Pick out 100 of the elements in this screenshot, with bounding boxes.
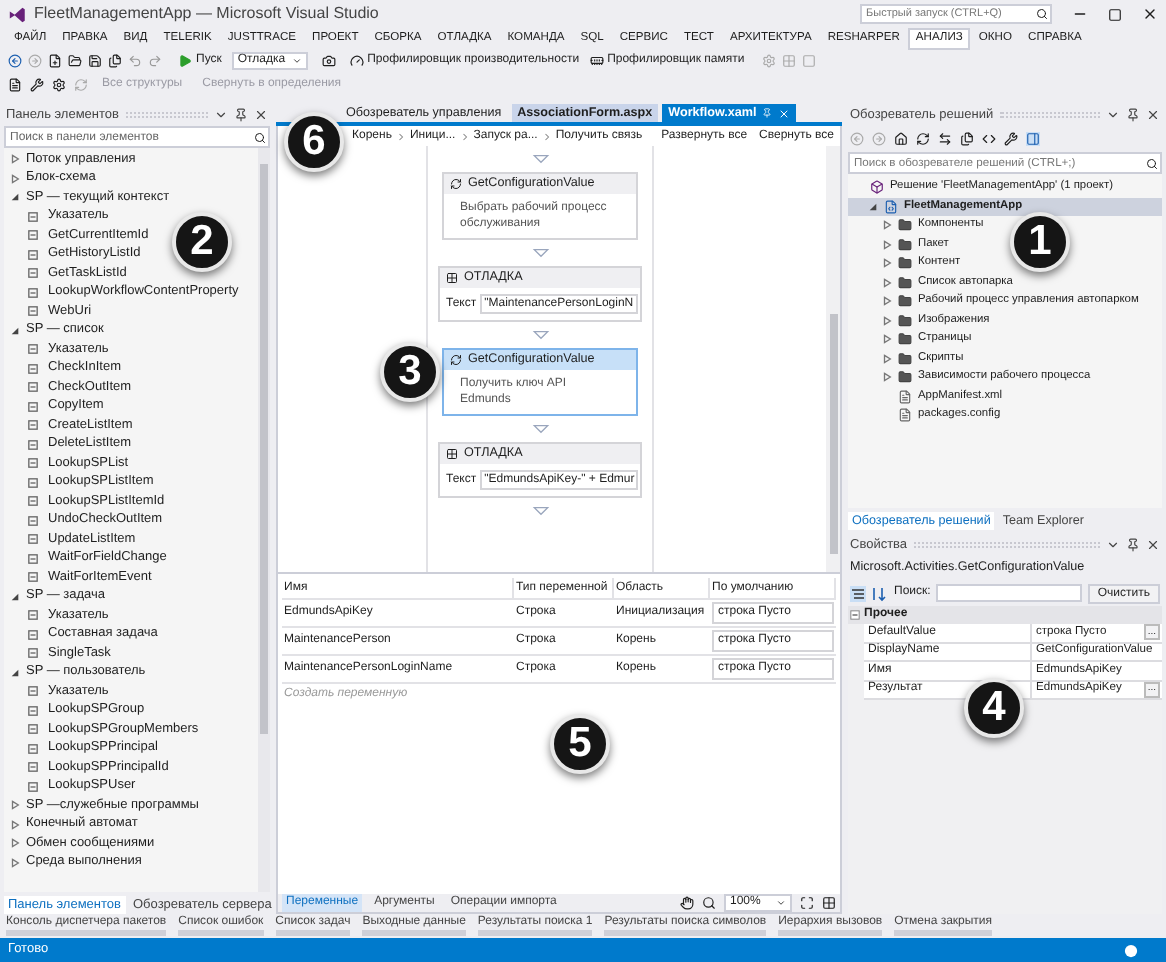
triangle-icon[interactable] <box>10 800 20 811</box>
folder-icon <box>898 313 912 328</box>
dropdown-icon[interactable] <box>1106 108 1120 122</box>
collapse-icon[interactable] <box>850 610 860 620</box>
activity-icon <box>450 178 462 190</box>
triangle-icon[interactable] <box>882 353 892 364</box>
pin-icon[interactable] <box>1126 538 1140 552</box>
close-icon[interactable] <box>1146 108 1160 122</box>
gauge-icon <box>349 53 364 67</box>
save-all-icon[interactable] <box>108 53 122 67</box>
folder-icon <box>898 256 912 271</box>
window-title: FleetManagementApp — Microsoft Visual Studio <box>34 2 379 26</box>
arrow-down-icon <box>531 424 549 434</box>
preview-icon[interactable] <box>1026 132 1040 146</box>
folder-icon <box>898 275 912 290</box>
refresh-icon[interactable] <box>916 132 930 146</box>
new-file-icon[interactable] <box>48 53 62 67</box>
triangle-icon[interactable] <box>882 258 892 269</box>
sort-icon[interactable] <box>872 585 888 601</box>
back-icon[interactable] <box>8 53 22 67</box>
code-icon[interactable] <box>982 132 996 146</box>
triangle-icon[interactable] <box>882 220 892 231</box>
chevron-icon <box>543 131 550 141</box>
triangle-icon[interactable] <box>868 201 878 212</box>
triangle-icon[interactable] <box>10 154 20 165</box>
project-icon <box>884 199 898 214</box>
memory-icon <box>589 53 604 67</box>
triangle-icon[interactable] <box>10 819 20 830</box>
triangle-icon[interactable] <box>882 296 892 307</box>
pin-icon[interactable] <box>234 108 248 122</box>
caret-icon <box>776 898 786 908</box>
wrench-icon[interactable] <box>30 78 44 92</box>
activity-icon <box>28 534 38 545</box>
triangle-icon[interactable] <box>882 315 892 326</box>
wrench-icon[interactable] <box>1004 132 1018 146</box>
home-icon[interactable] <box>894 132 908 146</box>
camera-icon[interactable] <box>321 53 336 67</box>
triangle-icon[interactable] <box>882 239 892 250</box>
activity-icon <box>28 496 38 507</box>
activity-icon <box>446 448 458 460</box>
arrow-down-icon <box>531 154 549 164</box>
triangle-icon[interactable] <box>10 591 20 602</box>
triangle-icon[interactable] <box>10 838 20 849</box>
save-icon[interactable] <box>88 53 102 67</box>
search-field[interactable] <box>936 584 1082 602</box>
triangle-icon[interactable] <box>10 857 20 868</box>
activity-icon <box>28 439 38 450</box>
activity-icon <box>28 648 38 659</box>
triangle-icon[interactable] <box>882 277 892 288</box>
folder-icon <box>898 218 912 233</box>
close-icon[interactable] <box>1142 6 1158 22</box>
activity-icon <box>28 477 38 488</box>
open-folder-icon[interactable] <box>68 53 82 67</box>
chevron-icon <box>397 131 404 141</box>
fit-icon[interactable] <box>800 896 814 910</box>
activity-icon <box>28 629 38 640</box>
pin-icon <box>762 108 773 118</box>
close-icon <box>778 107 791 119</box>
activity-icon <box>28 401 38 412</box>
arrow-down-icon <box>531 330 549 340</box>
activity-icon <box>28 287 38 298</box>
triangle-icon[interactable] <box>10 667 20 678</box>
activity-icon <box>28 211 38 222</box>
triangle-icon[interactable] <box>10 173 20 184</box>
triangle-icon[interactable] <box>882 334 892 345</box>
activity-icon <box>450 354 462 366</box>
document-icon[interactable] <box>8 78 22 92</box>
logo-icon <box>8 5 26 23</box>
activity-icon <box>28 705 38 716</box>
sync-icon[interactable] <box>938 132 952 146</box>
file-icon <box>898 408 912 423</box>
dropdown-icon[interactable] <box>1106 538 1120 552</box>
triangle-icon[interactable] <box>882 372 892 383</box>
dropdown-icon[interactable] <box>214 108 228 122</box>
activity-icon <box>28 420 38 431</box>
activity-icon <box>28 344 38 355</box>
activity-icon <box>28 686 38 697</box>
activity-icon <box>28 724 38 735</box>
caret-icon <box>291 55 302 65</box>
files-icon[interactable] <box>960 132 974 146</box>
gear-icon[interactable] <box>52 78 66 92</box>
triangle-icon[interactable] <box>10 325 20 336</box>
close-icon[interactable] <box>254 108 268 122</box>
categorized-icon[interactable] <box>850 585 866 601</box>
maximize-icon[interactable] <box>1108 7 1122 21</box>
close-icon[interactable] <box>1146 538 1160 552</box>
pin-icon[interactable] <box>1126 108 1140 122</box>
play-icon <box>178 53 192 67</box>
activity-icon <box>28 230 38 241</box>
activity-icon <box>28 781 38 792</box>
notification-icon[interactable] <box>1124 943 1138 957</box>
activity-icon <box>28 610 38 621</box>
triangle-icon[interactable] <box>10 192 20 203</box>
activity-icon <box>28 515 38 526</box>
hand-icon[interactable] <box>680 896 694 910</box>
activity-icon <box>28 268 38 279</box>
grid-icon[interactable] <box>822 896 836 910</box>
arrow-down-icon <box>531 248 549 258</box>
solution-icon <box>870 180 884 195</box>
search-icon[interactable] <box>702 896 716 910</box>
